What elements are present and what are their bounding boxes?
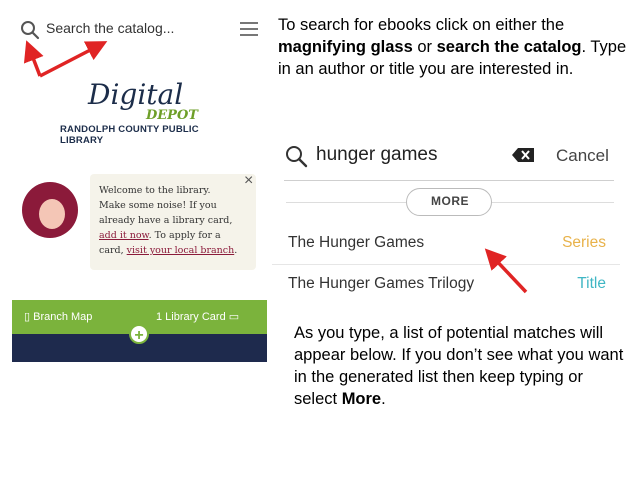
digital-depot-logo: Digital DEPOT RANDOLPH COUNTY PUBLIC LIB… bbox=[60, 78, 230, 148]
hamburger-menu-icon[interactable] bbox=[240, 18, 260, 40]
close-icon[interactable]: × bbox=[244, 172, 253, 190]
map-icon: ▯ bbox=[24, 311, 34, 323]
more-button[interactable]: MORE bbox=[406, 188, 492, 216]
welcome-message: Welcome to the library. Make some noise!… bbox=[99, 183, 251, 258]
instruction-2-text-b: . bbox=[381, 390, 386, 408]
instruction-1-text-b: or bbox=[412, 38, 437, 56]
more-button-label: MORE bbox=[431, 194, 469, 208]
clear-text-icon[interactable] bbox=[512, 148, 534, 162]
result-title: The Hunger Games Trilogy bbox=[288, 275, 475, 292]
app-screenshot: Search the catalog... Digital DEPOT RAND… bbox=[0, 0, 272, 479]
avatar bbox=[22, 182, 78, 238]
instruction-2-bold-more: More bbox=[341, 390, 382, 408]
search-query-input[interactable]: hunger games bbox=[316, 144, 437, 166]
logo-depot-text: DEPOT bbox=[146, 108, 198, 123]
search-results-screenshot: hunger games Cancel MORE The Hunger Game… bbox=[272, 134, 620, 304]
branch-map-button[interactable]: ▯ Branch Map bbox=[24, 310, 92, 323]
welcome-line-1: Welcome to the library. bbox=[99, 185, 211, 196]
instruction-1-bold-catalog: search the catalog bbox=[436, 38, 582, 56]
result-title: The Hunger Games bbox=[288, 234, 425, 251]
result-type: Series bbox=[562, 234, 606, 251]
welcome-line-3: already have a library card, bbox=[99, 215, 233, 226]
welcome-card: Welcome to the library. Make some noise!… bbox=[12, 170, 260, 272]
logo-library-name: RANDOLPH COUNTY PUBLIC LIBRARY bbox=[60, 124, 199, 146]
divider bbox=[284, 180, 614, 181]
divider bbox=[492, 202, 614, 203]
search-icon[interactable] bbox=[284, 144, 308, 168]
card-icon: ▭ bbox=[225, 311, 240, 323]
bottom-nav-bar: ▯ Branch Map 1 Library Card ▭ + bbox=[12, 300, 267, 362]
result-row[interactable]: The Hunger Games Series bbox=[272, 224, 620, 265]
result-row[interactable]: The Hunger Games Trilogy Title bbox=[272, 265, 620, 305]
welcome-line-4: . To apply for a bbox=[148, 230, 221, 241]
welcome-line-5-end: . bbox=[234, 245, 238, 256]
branch-map-label: Branch Map bbox=[33, 311, 93, 323]
instruction-1-bold-magnifier: magnifying glass bbox=[278, 38, 413, 56]
avatar-face bbox=[39, 199, 65, 229]
result-type: Title bbox=[577, 275, 606, 292]
instruction-1-text-a: To search for ebooks click on either the bbox=[278, 16, 565, 34]
welcome-message-bubble: Welcome to the library. Make some noise!… bbox=[90, 174, 256, 270]
instruction-results: As you type, a list of potential matches… bbox=[294, 322, 624, 410]
library-card-button[interactable]: 1 Library Card ▭ bbox=[156, 310, 239, 323]
pointer-arrow bbox=[484, 248, 528, 294]
welcome-line-5: card, bbox=[99, 245, 127, 256]
cancel-button[interactable]: Cancel bbox=[556, 146, 609, 166]
logo-digital-text: Digital bbox=[88, 78, 184, 111]
visit-branch-link[interactable]: visit your local branch bbox=[127, 245, 235, 256]
divider bbox=[286, 202, 406, 203]
welcome-line-2: Make some noise! If you bbox=[99, 200, 217, 211]
add-card-link[interactable]: add it now bbox=[99, 230, 149, 241]
add-button[interactable]: + bbox=[129, 324, 149, 344]
instruction-search: To search for ebooks click on either the… bbox=[278, 14, 636, 80]
library-card-label: 1 Library Card bbox=[156, 311, 226, 323]
